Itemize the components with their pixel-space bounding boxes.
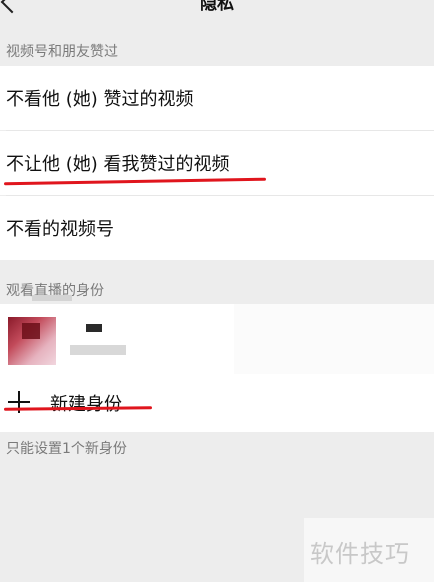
footer-note: 只能设置1个新身份 [6, 441, 127, 457]
list-item-label: 不让他 (她) 看我赞过的视频 [6, 154, 230, 175]
page-title: 隐私 [200, 0, 234, 14]
avatar [8, 317, 56, 365]
list-item-hidden-channels[interactable]: 不看的视频号 [0, 196, 434, 260]
new-identity-label: 新建身份 [50, 394, 122, 415]
section-label-channels-likes: 视频号和朋友赞过 [6, 44, 118, 60]
list-item-label: 不看他 (她) 赞过的视频 [6, 89, 194, 110]
list-item-hide-my-likes[interactable]: 不让他 (她) 看我赞过的视频 [0, 131, 434, 195]
redacted-name [70, 345, 126, 355]
list-item-hide-their-likes[interactable]: 不看他 (她) 赞过的视频 [0, 66, 434, 130]
new-identity-button[interactable]: 新建身份 [0, 374, 434, 432]
redacted-name [86, 324, 102, 332]
watermark-text: 软件技巧 [310, 540, 410, 568]
list-item-label: 不看的视频号 [6, 219, 114, 240]
redacted-text [32, 295, 72, 301]
blurred-panel [234, 304, 434, 374]
nav-bar: 隐私 [0, 0, 434, 32]
